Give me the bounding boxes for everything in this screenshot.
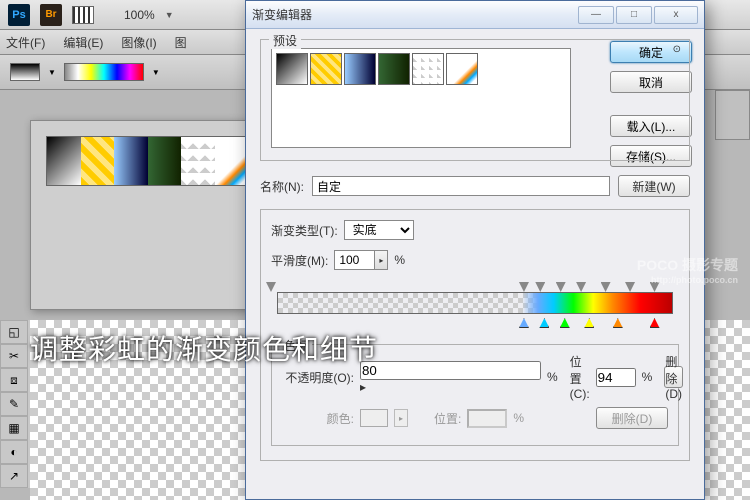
gradient-type-label: 渐变类型(T): <box>271 222 338 239</box>
zoom-level[interactable]: 100% <box>124 8 155 22</box>
smoothness-input[interactable] <box>334 250 374 270</box>
preset-thumb[interactable] <box>344 53 376 85</box>
percent-label: % <box>642 370 653 384</box>
foreground-gradient-swatch[interactable] <box>10 63 40 81</box>
presets-menu-icon[interactable]: ⊙ <box>673 44 681 55</box>
gradient-picker[interactable] <box>64 63 144 81</box>
opacity-stop[interactable] <box>601 282 611 292</box>
tools-palette: ◱ ✂ ⧈ ✎ ▦ ◐ ↗ <box>0 320 30 488</box>
opacity-stop[interactable] <box>266 282 276 292</box>
menu-image[interactable]: 图像(I) <box>121 34 156 51</box>
maximize-button[interactable]: □ <box>616 6 652 24</box>
name-label: 名称(N): <box>260 178 304 195</box>
dialog-title: 渐变编辑器 <box>252 6 312 23</box>
right-panel-tab[interactable] <box>715 90 750 140</box>
tool-blur[interactable]: ◐ <box>0 440 28 464</box>
menu-edit[interactable]: 编辑(E) <box>63 34 103 51</box>
opacity-stop[interactable] <box>576 282 586 292</box>
color-stop[interactable] <box>560 318 570 328</box>
smoothness-label: 平滑度(M): <box>271 252 328 269</box>
location-label: 位置(C): <box>570 353 590 401</box>
menu-file[interactable]: 文件(F) <box>6 34 45 51</box>
minimize-button[interactable]: — <box>578 6 614 24</box>
tool-path[interactable]: ↗ <box>0 464 28 488</box>
color-stop[interactable] <box>539 318 549 328</box>
location-input[interactable] <box>596 368 636 387</box>
color-label: 颜色: <box>282 410 354 427</box>
chevron-down-icon[interactable]: ▼ <box>152 68 160 77</box>
opacity-stop[interactable] <box>625 282 635 292</box>
chevron-down-icon[interactable]: ▼ <box>165 10 174 20</box>
opacity-stop[interactable] <box>535 282 545 292</box>
delete-color-button: 删除(D) <box>596 407 668 429</box>
gradient-type-select[interactable]: 实底 <box>344 220 414 240</box>
photoshop-icon: Ps <box>8 4 30 26</box>
color-stop[interactable] <box>584 318 594 328</box>
color-stop[interactable] <box>519 318 529 328</box>
preset-thumb[interactable] <box>310 53 342 85</box>
tool-move[interactable]: ◱ <box>0 320 28 344</box>
tool-brush[interactable]: ✎ <box>0 392 28 416</box>
spinner-arrow-icon: ▸ <box>394 409 408 427</box>
spinner-arrow-icon[interactable]: ▸ <box>360 380 541 394</box>
percent-label: % <box>513 411 524 425</box>
gradient-preset-flyout <box>30 120 265 310</box>
annotation-overlay: 调整彩虹的渐变颜色和细节 <box>30 328 378 368</box>
watermark: POCO 摄影专题 http://photo.poco.cn <box>637 255 738 285</box>
opacity-stop[interactable] <box>519 282 529 292</box>
color-swatch <box>360 409 388 427</box>
location2-label: 位置: <box>434 410 461 427</box>
tool-lasso[interactable]: ✂ <box>0 344 28 368</box>
gradient-bar[interactable] <box>271 280 679 330</box>
opacity-stop[interactable] <box>556 282 566 292</box>
close-button[interactable]: x <box>654 6 698 24</box>
color-stop[interactable] <box>613 318 623 328</box>
presets-label: 预设 <box>269 32 301 49</box>
gradient-editor-dialog: 渐变编辑器 — □ x 确定 取消 载入(L)... 存储(S)... 预设 ⊙ <box>245 0 705 500</box>
preset-thumb[interactable] <box>412 53 444 85</box>
preset-thumb[interactable] <box>446 53 478 85</box>
presets-group: 预设 ⊙ <box>260 39 690 161</box>
tool-gradient[interactable]: ▦ <box>0 416 28 440</box>
presets-list[interactable] <box>271 48 571 148</box>
dialog-titlebar[interactable]: 渐变编辑器 — □ x <box>246 1 704 29</box>
opacity-label: 不透明度(O): <box>282 369 354 386</box>
opacity-input[interactable] <box>360 361 541 380</box>
color-stop[interactable] <box>650 318 660 328</box>
preset-thumb[interactable] <box>378 53 410 85</box>
film-icon[interactable] <box>72 6 94 24</box>
new-button[interactable]: 新建(W) <box>618 175 690 197</box>
delete-stop-button[interactable]: 删除(D) <box>664 366 683 388</box>
spinner-arrow-icon[interactable]: ▸ <box>374 250 388 270</box>
percent-label: % <box>394 253 405 267</box>
menu-image-cut[interactable]: 图 <box>175 34 187 51</box>
bridge-icon[interactable]: Br <box>40 4 62 26</box>
tool-crop[interactable]: ⧈ <box>0 368 28 392</box>
chevron-down-icon[interactable]: ▼ <box>48 68 56 77</box>
percent-label: % <box>547 370 558 384</box>
location2-input <box>467 409 507 428</box>
preset-strip[interactable] <box>46 136 249 186</box>
preset-thumb[interactable] <box>276 53 308 85</box>
name-input[interactable] <box>312 176 610 196</box>
